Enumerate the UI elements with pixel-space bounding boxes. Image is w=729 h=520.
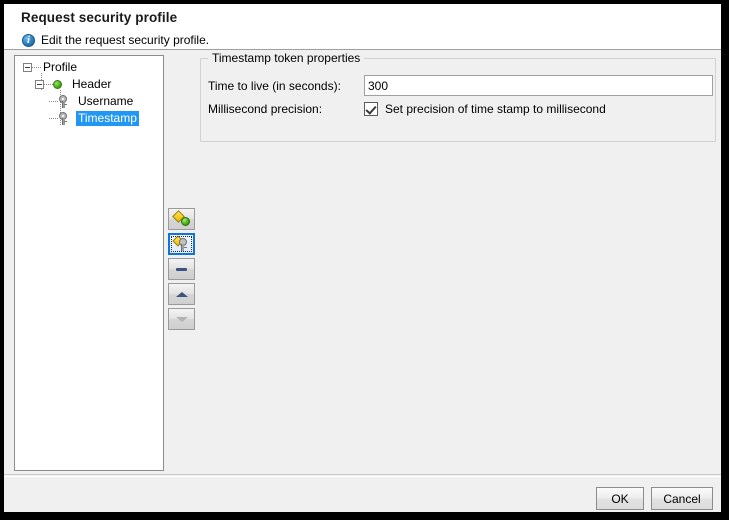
millisecond-precision-label: Millisecond precision: — [208, 102, 323, 116]
millisecond-precision-row: Millisecond precision: Set precision of … — [208, 102, 606, 116]
millisecond-precision-checkbox-label: Set precision of time stamp to milliseco… — [385, 102, 606, 116]
dialog-subtitle-row: Edit the request security profile. — [22, 33, 209, 47]
ok-button[interactable]: OK — [596, 487, 644, 510]
page-title: Request security profile — [21, 10, 178, 25]
tree-connector-icon — [44, 84, 53, 85]
footer-divider — [4, 474, 721, 475]
millisecond-precision-checkbox[interactable] — [364, 102, 378, 116]
tree-node-label: Profile — [43, 60, 78, 74]
tree-node-profile[interactable]: Profile — [15, 59, 163, 76]
tree-root: Profile Header Username Timestamp — [15, 59, 163, 127]
dialog-header: Request security profile Edit the reques… — [4, 4, 721, 50]
tree-toolbar — [168, 208, 196, 333]
add-token-button[interactable] — [168, 208, 195, 230]
green-circle-icon — [53, 80, 62, 89]
chevron-down-icon — [175, 316, 188, 322]
timestamp-properties-group — [200, 58, 716, 142]
expander-minus-icon[interactable] — [35, 80, 44, 89]
tree-node-timestamp[interactable]: Timestamp — [15, 110, 163, 127]
minus-icon — [176, 267, 187, 271]
time-to-live-label: Time to live (in seconds): — [208, 78, 341, 93]
expander-minus-icon[interactable] — [23, 63, 32, 72]
info-icon — [22, 33, 35, 47]
move-up-button[interactable] — [168, 283, 195, 305]
add-key-button[interactable] — [168, 233, 195, 255]
add-certificate-icon — [171, 210, 190, 226]
profile-tree-panel[interactable]: Profile Header Username Timestamp — [14, 55, 164, 471]
tree-node-header[interactable]: Header — [15, 76, 163, 93]
dialog-footer: OK Cancel — [4, 477, 721, 512]
millisecond-precision-checkbox-wrap[interactable]: Set precision of time stamp to milliseco… — [364, 102, 606, 116]
cancel-button[interactable]: Cancel — [651, 487, 713, 510]
group-title: Timestamp token properties — [208, 51, 365, 65]
tree-connector-icon — [49, 101, 58, 102]
key-icon — [58, 112, 68, 125]
tree-node-label: Username — [78, 94, 134, 108]
tree-connector-icon — [32, 67, 41, 68]
tree-node-label-selected: Timestamp — [76, 111, 139, 126]
dialog-window: Request security profile Edit the reques… — [4, 4, 721, 512]
time-to-live-row: Time to live (in seconds): — [208, 75, 713, 96]
key-icon — [58, 95, 68, 108]
tree-node-username[interactable]: Username — [15, 93, 163, 110]
dialog-body: Profile Header Username Timestamp Timest… — [4, 50, 721, 471]
tree-connector-icon — [49, 118, 58, 119]
remove-button[interactable] — [168, 258, 195, 280]
move-down-button[interactable] — [168, 308, 195, 330]
tree-node-label: Header — [72, 77, 112, 91]
chevron-up-icon — [175, 291, 188, 297]
add-key-icon — [171, 235, 190, 251]
time-to-live-input[interactable] — [364, 75, 713, 96]
dialog-window-frame: Request security profile Edit the reques… — [0, 0, 729, 520]
dialog-subtitle: Edit the request security profile. — [41, 33, 210, 47]
